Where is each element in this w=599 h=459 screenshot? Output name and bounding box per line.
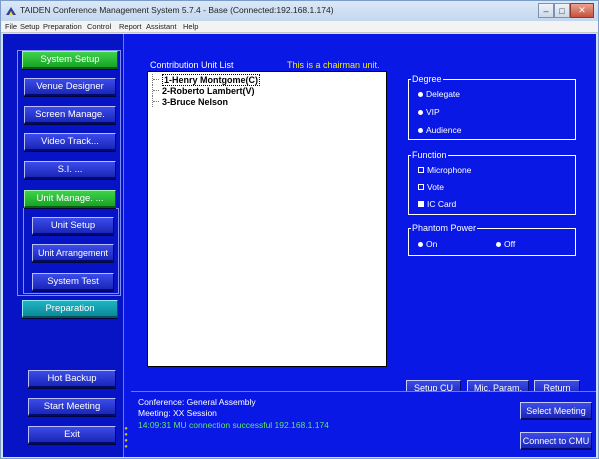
unit-setup-button[interactable]: Unit Setup [32,217,114,235]
function-ic-card-checkbox[interactable]: IC Card [418,199,456,209]
connection-log: 14:09:31 MU connection successful 192.16… [138,420,329,430]
menu-assistant[interactable]: Assistant [146,22,176,31]
menu-setup[interactable]: Setup [20,22,40,31]
preparation-button[interactable]: Preparation [22,300,118,318]
radio-label: Off [504,239,516,249]
menu-file[interactable]: File [5,22,17,31]
select-meeting-button[interactable]: Select Meeting [520,402,592,420]
phantom-power-label: Phantom Power [411,223,478,233]
start-meeting-button[interactable]: Start Meeting [28,398,116,416]
system-test-button[interactable]: System Test [32,273,114,291]
checkbox-unchecked-icon [418,201,424,207]
phantom-power-on-radio[interactable]: On [418,239,437,249]
checkbox-checked-icon [418,167,424,173]
window-controls: – □ ✕ [538,3,594,18]
radio-label: Audience [426,125,462,135]
checkbox-label: Microphone [427,165,472,175]
checkbox-label: IC Card [427,199,457,209]
system-setup-button[interactable]: System Setup [22,51,118,69]
venue-designer-button[interactable]: Venue Designer [24,78,116,96]
degree-group: Degree Delegate VIP Audience [408,74,576,140]
unit-name: 2-Roberto Lambert(V) [162,85,255,96]
unit-setup-panel: Contribution Unit List This is a chairma… [131,34,596,397]
meeting-name: Meeting: XX Session [138,408,217,418]
title-bar: TAIDEN Conference Management System 5.7.… [1,1,598,21]
client-area: System Setup Venue Designer Screen Manag… [3,34,596,457]
unit-name: 3-Bruce Nelson [162,96,229,107]
degree-delegate-radio[interactable]: Delegate [418,89,460,99]
radio-label: On [426,239,438,249]
function-vote-checkbox[interactable]: Vote [418,182,444,192]
app-logo-icon [6,7,16,15]
unit-list-item[interactable]: 2-Roberto Lambert(V) [152,85,255,96]
conference-name: Conference: General Assembly [138,397,256,407]
menu-bar: File Setup Preparation Control Report As… [1,21,598,33]
sidebar: System Setup Venue Designer Screen Manag… [3,34,123,457]
radio-icon [418,109,423,115]
menu-control[interactable]: Control [87,22,111,31]
radio-label: Delegate [426,89,461,99]
radio-icon [418,127,423,133]
exit-button[interactable]: Exit [28,426,116,444]
chairman-note: This is a chairman unit. [287,60,380,70]
tree-connector [152,85,160,96]
function-group: Function Microphone Vote IC Card [408,150,576,215]
unit-manage-button[interactable]: Unit Manage. ... [24,190,116,208]
phantom-power-off-radio[interactable]: Off [496,239,515,249]
panel-splitter[interactable] [123,34,129,457]
phantom-power-group: Phantom Power On Off [408,223,576,256]
checkbox-label: Vote [427,182,445,192]
unit-list-item[interactable]: 3-Bruce Nelson [152,96,228,107]
tree-connector [152,96,160,107]
unit-list-item[interactable]: 1-Henry Montgome(C) [152,73,260,86]
connect-cmu-button[interactable]: Connect to CMU [520,432,592,450]
degree-label: Degree [411,74,443,84]
splitter-grip-icon[interactable]: ● ● ● ● [124,426,128,450]
video-track-button[interactable]: Video Track... [24,133,116,151]
screen-manage-button[interactable]: Screen Manage. [24,106,116,124]
unit-list-label: Contribution Unit List [150,60,234,70]
function-microphone-checkbox[interactable]: Microphone [418,165,471,175]
radio-label: VIP [426,107,440,117]
radio-icon [496,241,501,247]
status-panel: Conference: General Assembly Meeting: XX… [131,391,596,457]
application-window: TAIDEN Conference Management System 5.7.… [0,0,599,459]
checkbox-checked-icon [418,184,424,190]
hot-backup-button[interactable]: Hot Backup [28,370,116,388]
menu-preparation[interactable]: Preparation [43,22,82,31]
radio-icon [418,241,423,247]
unit-name: 1-Henry Montgome(C) [162,73,260,86]
unit-arrangement-button[interactable]: Unit Arrangement [32,244,114,262]
contribution-unit-list[interactable]: 1-Henry Montgome(C) 2-Roberto Lambert(V)… [147,71,387,367]
maximize-button[interactable]: □ [554,3,570,18]
function-label: Function [411,150,448,160]
degree-audience-radio[interactable]: Audience [418,125,461,135]
degree-vip-radio[interactable]: VIP [418,107,440,117]
si-button[interactable]: S.I. ... [24,161,116,179]
window-title: TAIDEN Conference Management System 5.7.… [20,5,334,15]
minimize-button[interactable]: – [538,3,554,18]
menu-report[interactable]: Report [119,22,142,31]
menu-help[interactable]: Help [183,22,198,31]
close-button[interactable]: ✕ [570,3,594,18]
radio-icon [418,91,423,97]
tree-connector [152,74,160,85]
